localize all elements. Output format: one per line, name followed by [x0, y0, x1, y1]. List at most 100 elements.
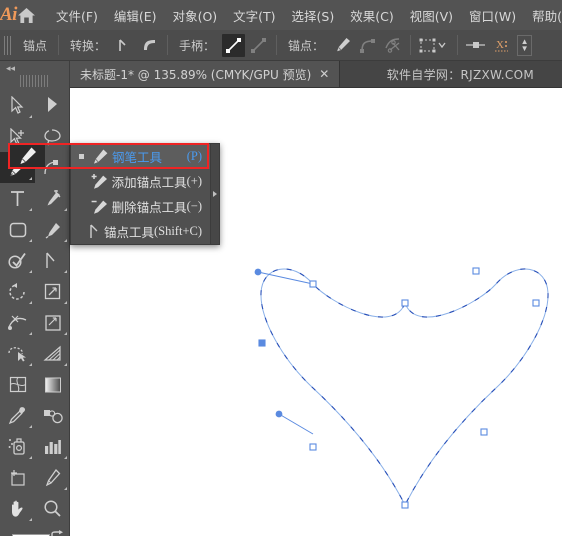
- blend-tool[interactable]: [35, 400, 70, 431]
- pen-tool-active-indicator[interactable]: [10, 145, 45, 167]
- anchor-point[interactable]: [401, 299, 409, 307]
- anchor-point[interactable]: [480, 428, 488, 436]
- options-bar-grip[interactable]: [4, 35, 13, 55]
- flyout-item-anchor-point-tool[interactable]: 锚点工具 (Shift+C): [71, 219, 210, 244]
- app-logo: Ai: [0, 4, 17, 25]
- remove-anchor-icon[interactable]: [331, 34, 354, 57]
- menu-help[interactable]: 帮助(H): [524, 2, 562, 29]
- free-transform-tool[interactable]: [35, 307, 70, 338]
- transform-x-label: X: [492, 34, 512, 57]
- show-handles-icon[interactable]: [222, 33, 246, 57]
- rotate-tool[interactable]: [0, 276, 35, 307]
- menu-select[interactable]: 选择(S): [284, 2, 343, 29]
- direct-selection-tool[interactable]: [35, 90, 70, 121]
- handle-point[interactable]: [254, 268, 262, 276]
- tool-group-indicator: [29, 456, 32, 459]
- slice-tool[interactable]: [35, 462, 70, 493]
- mesh-tool[interactable]: [0, 369, 35, 400]
- cut-path-icon[interactable]: [381, 34, 404, 57]
- flyout-item-add-anchor-point-tool[interactable]: 添加锚点工具 (+): [71, 169, 210, 194]
- column-graph-tool[interactable]: [35, 431, 70, 462]
- perspective-grid-tool[interactable]: [35, 338, 70, 369]
- tool-group-indicator: [64, 270, 67, 273]
- line-segment-tool[interactable]: [35, 183, 70, 214]
- bezier-handle-lower: [275, 410, 314, 435]
- divider: [167, 35, 169, 55]
- value-stepper[interactable]: ▲ ▼: [517, 34, 533, 56]
- menu-window[interactable]: 窗口(W): [461, 2, 524, 29]
- flyout-item-label: 删除锚点工具: [111, 200, 187, 215]
- tool-group-indicator: [64, 487, 67, 490]
- divider: [276, 35, 278, 55]
- flyout-item-pen-tool[interactable]: 钢笔工具 (P): [71, 144, 210, 169]
- hide-handles-icon[interactable]: [247, 34, 270, 57]
- tools-panel-grip[interactable]: [19, 75, 50, 87]
- watermark-text: 软件自学网：RJZXW.COM: [386, 67, 534, 82]
- divider: [58, 35, 60, 55]
- menu-type[interactable]: 文字(T): [225, 2, 283, 29]
- selection-tool[interactable]: [0, 90, 35, 121]
- handle-point[interactable]: [275, 410, 283, 418]
- menu-view[interactable]: 视图(V): [402, 2, 461, 29]
- tool-group-indicator: [29, 208, 32, 211]
- tool-options-bar: 锚点 转换： 手柄： 锚点： X ▲ ▼: [0, 30, 562, 61]
- menu-edit[interactable]: 编辑(E): [106, 2, 165, 29]
- eyedropper-tool[interactable]: [0, 400, 35, 431]
- shaper-tool[interactable]: [0, 245, 35, 276]
- anchor-point[interactable]: [532, 299, 540, 307]
- close-icon[interactable]: ✕: [319, 67, 329, 81]
- align-dropdown[interactable]: [417, 34, 451, 57]
- flyout-item-label: 锚点工具: [103, 225, 154, 240]
- tool-group-indicator: [29, 518, 32, 521]
- tool-group-indicator: [29, 239, 32, 242]
- menu-effect[interactable]: 效果(C): [342, 2, 401, 29]
- hand-tool[interactable]: [0, 493, 35, 524]
- convert-to-corner-icon[interactable]: [113, 34, 136, 57]
- options-title: 锚点: [23, 38, 48, 53]
- anchor-point[interactable]: [472, 267, 480, 275]
- menu-object[interactable]: 对象(O): [165, 2, 226, 29]
- connect-anchor-icon[interactable]: [356, 34, 379, 57]
- divider: [457, 35, 459, 55]
- pen-tool-flyout-menu[interactable]: 钢笔工具 (P) 添加锚点工具 (+) 删除锚点工具 (−) 锚点工具 (Shi…: [70, 143, 220, 245]
- tool-group-indicator: [29, 363, 32, 366]
- stroke-weight-icon[interactable]: [464, 34, 490, 57]
- selected-bullet-icon: [75, 154, 88, 159]
- gradient-tool[interactable]: [35, 369, 70, 400]
- collapse-panel-icon[interactable]: ◂◂: [0, 61, 69, 75]
- tool-group-indicator: [29, 332, 32, 335]
- scale-tool[interactable]: [35, 276, 70, 307]
- flyout-item-shortcut: (+): [186, 174, 202, 188]
- anchor-point[interactable]: [309, 443, 317, 451]
- tool-group-indicator: [64, 301, 67, 304]
- type-tool[interactable]: [0, 183, 35, 214]
- pencil-tool[interactable]: [35, 245, 70, 276]
- tool-group-indicator: [64, 456, 67, 459]
- swap-fill-stroke-icon[interactable]: [49, 530, 64, 536]
- anchor-label: 锚点：: [288, 38, 325, 53]
- delete-anchor-point-tool-icon: [88, 198, 112, 215]
- shape-builder-tool[interactable]: [0, 338, 35, 369]
- pen-tool-icon: [88, 148, 112, 165]
- anchor-point[interactable]: [401, 501, 409, 509]
- divider: [410, 35, 412, 55]
- width-tool[interactable]: [0, 307, 35, 338]
- flyout-item-label: 添加锚点工具: [111, 175, 187, 190]
- stepper-down-icon[interactable]: ▼: [521, 45, 529, 53]
- rectangle-tool[interactable]: [0, 214, 35, 245]
- document-tab[interactable]: 未标题-1* @ 135.89% (CMYK/GPU 预览) ✕: [70, 61, 341, 87]
- artboard-tool[interactable]: [0, 462, 35, 493]
- anchor-point-selected[interactable]: [258, 339, 266, 347]
- document-tab-title: 未标题-1* @ 135.89% (CMYK/GPU 预览): [80, 67, 312, 82]
- symbol-sprayer-tool[interactable]: [0, 431, 35, 462]
- tool-group-indicator: [29, 177, 32, 180]
- menu-file[interactable]: 文件(F): [48, 2, 106, 29]
- anchor-point[interactable]: [309, 280, 317, 288]
- tool-group-indicator: [29, 425, 32, 428]
- paintbrush-tool[interactable]: [35, 214, 70, 245]
- home-icon[interactable]: [17, 0, 36, 30]
- tear-off-handle-icon[interactable]: [210, 144, 219, 244]
- convert-to-smooth-icon[interactable]: [138, 34, 161, 57]
- zoom-tool[interactable]: [35, 493, 70, 524]
- flyout-item-delete-anchor-point-tool[interactable]: 删除锚点工具 (−): [71, 194, 210, 219]
